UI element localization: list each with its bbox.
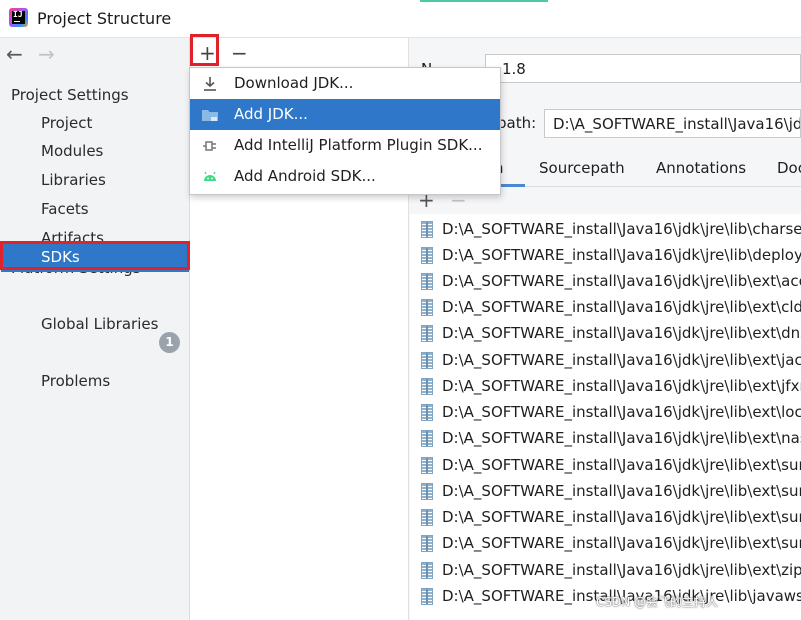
menu-item-add-android-sdk[interactable]: Add Android SDK...: [190, 161, 500, 192]
menu-item-label: Add IntelliJ Platform Plugin SDK...: [234, 136, 483, 154]
jar-icon: [421, 273, 433, 290]
sdks-highlight-box: [0, 241, 190, 270]
list-item-text: D:\A_SOFTWARE_install\Java16\jdk\jre\lib…: [442, 324, 801, 342]
list-item[interactable]: D:\A_SOFTWARE_install\Java16\jdk\jre\lib…: [410, 374, 801, 400]
jar-icon: [421, 430, 433, 447]
list-item[interactable]: D:\A_SOFTWARE_install\Java16\jdk\jre\lib…: [410, 479, 801, 505]
jar-icon: [421, 221, 433, 238]
android-icon: [204, 171, 216, 181]
list-item-text: D:\A_SOFTWARE_install\Java16\jdk\jre\lib…: [442, 403, 801, 421]
jdk-home-path-label: path:: [497, 114, 537, 132]
sidebar-item-project[interactable]: Project: [41, 114, 92, 132]
jar-icon: [421, 404, 433, 421]
list-item[interactable]: D:\A_SOFTWARE_install\Java16\jdk\jre\lib…: [410, 505, 801, 531]
folder-icon: [202, 110, 218, 121]
list-item[interactable]: D:\A_SOFTWARE_install\Java16\jdk\jre\lib…: [410, 321, 801, 347]
list-item[interactable]: D:\A_SOFTWARE_install\Java16\jdk\jre\lib…: [410, 295, 801, 321]
list-item[interactable]: D:\A_SOFTWARE_install\Java16\jdk\jre\lib…: [410, 269, 801, 295]
list-item-text: D:\A_SOFTWARE_install\Java16\jdk\jre\lib…: [442, 377, 801, 395]
list-item[interactable]: D:\A_SOFTWARE_install\Java16\jdk\jre\lib…: [410, 558, 801, 584]
list-item-text: D:\A_SOFTWARE_install\Java16\jdk\jre\lib…: [442, 351, 801, 369]
list-item-text: D:\A_SOFTWARE_install\Java16\jdk\jre\lib…: [442, 561, 801, 579]
plugin-icon: [203, 141, 216, 151]
jar-icon: [421, 588, 433, 605]
list-item-text: D:\A_SOFTWARE_install\Java16\jdk\jre\lib…: [442, 429, 801, 447]
jar-icon: [421, 509, 433, 526]
jar-icon: [421, 247, 433, 264]
problems-count-badge: 1: [159, 332, 180, 353]
list-item[interactable]: D:\A_SOFTWARE_install\Java16\jdk\jre\lib…: [410, 400, 801, 426]
list-item-text: D:\A_SOFTWARE_install\Java16\jdk\jre\lib…: [442, 508, 801, 526]
project-settings-header: Project Settings: [11, 86, 129, 104]
forward-arrow-icon: →: [38, 42, 55, 66]
classpath-list[interactable]: D:\A_SOFTWARE_install\Java16\jdk\jre\lib…: [410, 214, 801, 620]
add-button-highlight-box: [190, 34, 219, 66]
list-item[interactable]: D:\A_SOFTWARE_install\Java16\jdk\jre\lib…: [410, 453, 801, 479]
jar-icon: [421, 562, 433, 579]
jar-icon: [421, 535, 433, 552]
sdk-name-field[interactable]: 1.8: [485, 54, 801, 83]
list-item[interactable]: D:\A_SOFTWARE_install\Java16\jdk\jre\lib…: [410, 217, 801, 243]
menu-item-add-plugin-sdk[interactable]: Add IntelliJ Platform Plugin SDK...: [190, 130, 500, 161]
menu-item-label: Download JDK...: [234, 74, 354, 92]
menu-item-label: Add JDK...: [234, 105, 308, 123]
list-item[interactable]: D:\A_SOFTWARE_install\Java16\jdk\jre\lib…: [410, 426, 801, 452]
list-item[interactable]: D:\A_SOFTWARE_install\Java16\jdk\jre\lib…: [410, 243, 801, 269]
jar-icon: [421, 299, 433, 316]
watermark: CSDN @会飞的主持人: [596, 595, 719, 609]
remove-icon[interactable]: −: [231, 42, 248, 64]
tab-annotations[interactable]: Annotations: [656, 159, 746, 177]
sidebar-item-facets[interactable]: Facets: [41, 200, 89, 218]
list-item-text: D:\A_SOFTWARE_install\Java16\jdk\jre\lib…: [442, 456, 801, 474]
tab-sourcepath[interactable]: Sourcepath: [539, 159, 625, 177]
jar-icon: [421, 378, 433, 395]
list-item-text: D:\A_SOFTWARE_install\Java16\jdk\jre\lib…: [442, 272, 801, 290]
list-item-text: D:\A_SOFTWARE_install\Java16\jdk\jre\lib…: [442, 534, 801, 552]
jdk-home-path-field[interactable]: D:\A_SOFTWARE_install\Java16\jdk: [544, 109, 801, 138]
sidebar-item-problems[interactable]: Problems: [41, 372, 110, 390]
menu-item-download-jdk[interactable]: Download JDK...: [190, 68, 500, 99]
intellij-app-icon: IJ: [9, 8, 28, 27]
back-arrow-icon[interactable]: ←: [6, 43, 23, 65]
sidebar-item-modules[interactable]: Modules: [41, 142, 103, 160]
window-title: Project Structure: [37, 9, 172, 28]
sidebar-item-libraries[interactable]: Libraries: [41, 171, 106, 189]
sidebar-item-sdks-label: SDKs: [41, 248, 80, 266]
menu-item-add-jdk[interactable]: Add JDK...: [190, 99, 500, 130]
list-item-text: D:\A_SOFTWARE_install\Java16\jdk\jre\lib…: [442, 482, 801, 500]
list-item-text: D:\A_SOFTWARE_install\Java16\jdk\jre\lib…: [442, 220, 801, 238]
download-icon: [204, 77, 216, 91]
title-bar: IJ Project Structure: [0, 0, 801, 38]
menu-item-label: Add Android SDK...: [234, 167, 376, 185]
list-item[interactable]: D:\A_SOFTWARE_install\Java16\jdk\jre\lib…: [410, 531, 801, 557]
jar-icon: [421, 325, 433, 342]
list-item-text: D:\A_SOFTWARE_install\Java16\jdk\jre\lib…: [442, 298, 801, 316]
jar-icon: [421, 483, 433, 500]
jar-icon: [421, 352, 433, 369]
sidebar-item-global-libraries[interactable]: Global Libraries: [41, 315, 158, 333]
list-item-text: D:\A_SOFTWARE_install\Java16\jdk\jre\lib…: [442, 246, 801, 264]
list-item[interactable]: D:\A_SOFTWARE_install\Java16\jdk\jre\lib…: [410, 348, 801, 374]
title-accent-line: [420, 0, 548, 2]
jar-icon: [421, 457, 433, 474]
tab-documentation[interactable]: Doc: [777, 159, 801, 177]
add-sdk-popup-menu: Download JDK... Add JDK... Add IntelliJ …: [189, 67, 501, 195]
